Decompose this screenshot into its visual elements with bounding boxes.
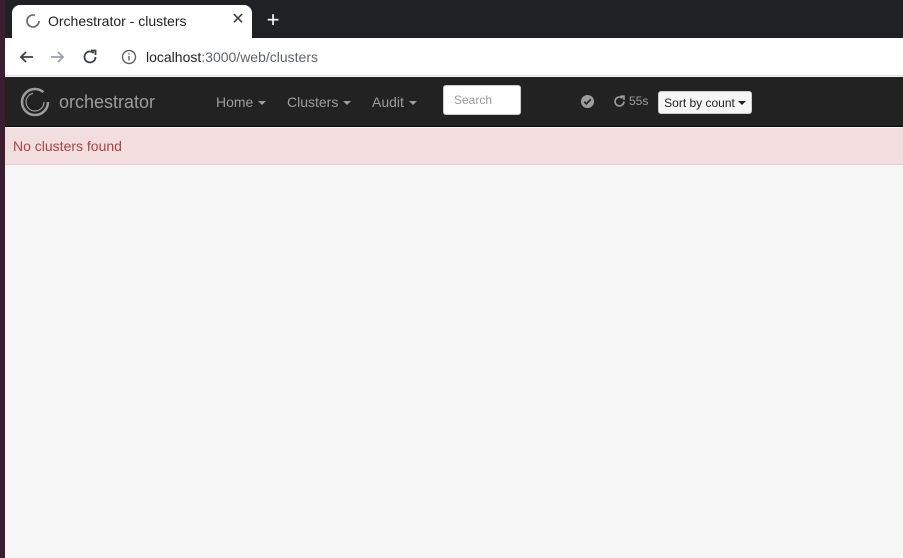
chevron-down-icon xyxy=(408,101,417,106)
url-host: localhost xyxy=(146,49,202,65)
sort-by-count-button[interactable]: Sort by count xyxy=(658,91,752,114)
forward-arrow-icon xyxy=(51,51,65,63)
tab-strip: Orchestrator - clusters ✕ + xyxy=(5,0,903,38)
nav-clusters-dropdown[interactable]: Clusters xyxy=(287,94,352,110)
brand[interactable]: orchestrator xyxy=(19,86,155,118)
nav-clusters-label: Clusters xyxy=(287,94,339,110)
search-input[interactable] xyxy=(443,85,521,115)
refresh-countdown-text: 55s xyxy=(629,94,649,108)
nav-audit-label: Audit xyxy=(372,94,404,110)
check-circle-icon[interactable] xyxy=(580,94,595,109)
browser-toolbar: localhost:3000/web/clusters xyxy=(5,38,903,76)
sort-button-label: Sort by count xyxy=(664,95,735,110)
back-arrow-icon xyxy=(19,51,33,63)
chevron-down-icon xyxy=(258,101,267,106)
nav-home-dropdown[interactable]: Home xyxy=(216,94,267,110)
reload-button[interactable] xyxy=(78,45,102,69)
browser-window: Orchestrator - clusters ✕ + localhost:30… xyxy=(5,0,903,558)
app-favicon-icon xyxy=(26,14,40,28)
close-icon[interactable]: ✕ xyxy=(229,11,247,29)
plus-icon[interactable]: + xyxy=(263,9,283,31)
back-button[interactable] xyxy=(14,45,38,69)
tab-orchestrator-clusters[interactable]: Orchestrator - clusters ✕ xyxy=(12,5,252,38)
url-path: :3000/web/clusters xyxy=(201,49,318,65)
nav-home-label: Home xyxy=(216,94,254,110)
brand-name: orchestrator xyxy=(59,91,156,112)
forward-button[interactable] xyxy=(46,45,70,69)
chevron-down-icon xyxy=(737,100,746,105)
info-icon[interactable] xyxy=(121,49,137,65)
no-clusters-alert: No clusters found xyxy=(5,128,903,165)
reload-icon xyxy=(83,49,97,64)
refresh-icon xyxy=(614,94,625,107)
app-navbar: orchestrator Home Clusters Audit 55s Sor… xyxy=(5,77,903,127)
address-bar[interactable]: localhost:3000/web/clusters xyxy=(113,42,903,72)
refresh-countdown[interactable]: 55s xyxy=(613,94,648,108)
alert-text: No clusters found xyxy=(13,138,122,154)
tab-title: Orchestrator - clusters xyxy=(48,13,187,29)
nav-audit-dropdown[interactable]: Audit xyxy=(372,94,417,110)
orchestrator-logo-icon xyxy=(20,87,50,117)
chevron-down-icon xyxy=(343,101,352,106)
url-text: localhost:3000/web/clusters xyxy=(146,49,318,65)
